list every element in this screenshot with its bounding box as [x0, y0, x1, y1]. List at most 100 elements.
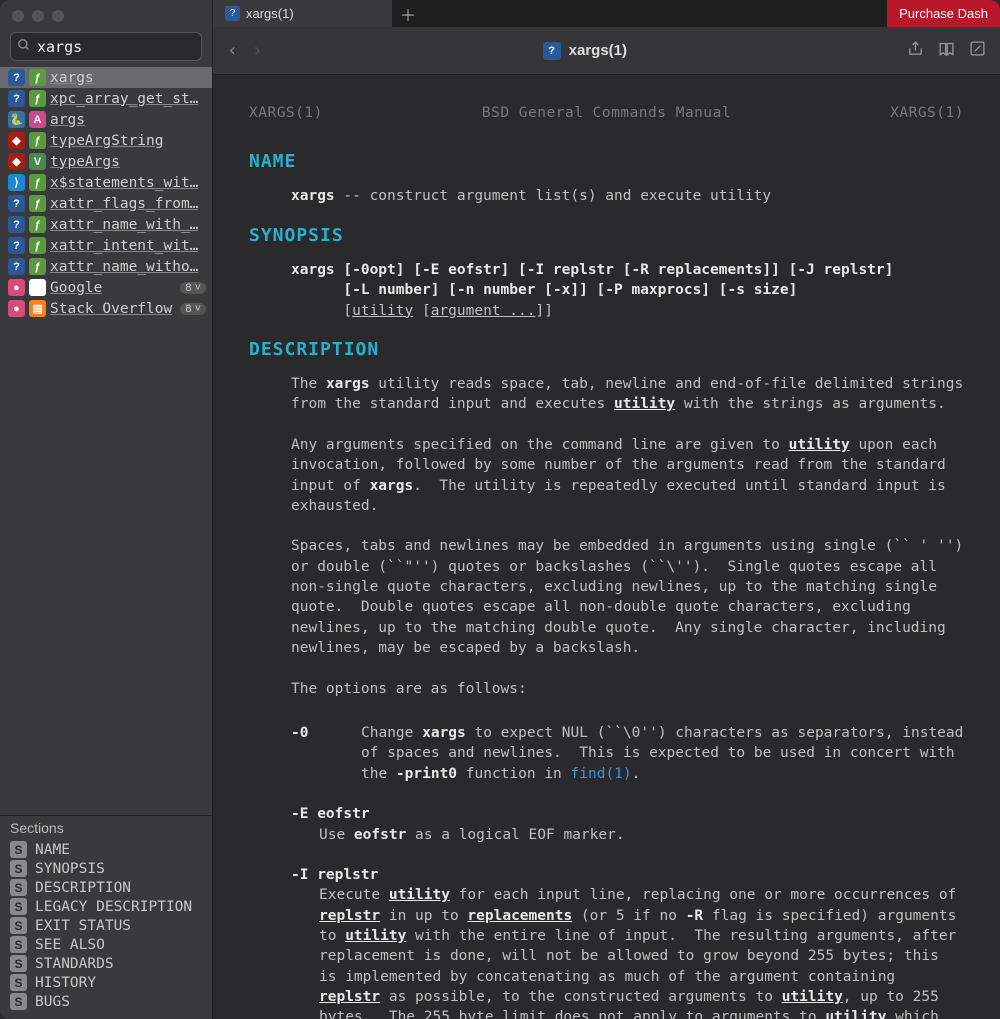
- option-flag: -0: [291, 723, 361, 784]
- result-item[interactable]: ?ƒxattr_name_witho…: [0, 256, 212, 277]
- option-desc: Change xargs to expect NUL (``\0'') char…: [361, 723, 964, 784]
- section-badge-icon: S: [10, 898, 27, 915]
- option-E-desc: Use eofstr as a logical EOF marker.: [249, 825, 964, 845]
- desc-p1: The xargs utility reads space, tab, newl…: [249, 374, 964, 415]
- section-label: STANDARDS: [35, 956, 114, 972]
- synopsis-block: xargs [-0opt] [-E eofstr] [-I replstr [-…: [249, 260, 964, 321]
- f-icon: ƒ: [29, 258, 46, 275]
- section-item[interactable]: SSEE ALSO: [0, 935, 212, 954]
- result-item[interactable]: ?ƒxattr_name_with_…: [0, 214, 212, 235]
- q-icon: ?: [8, 258, 25, 275]
- search-input[interactable]: [37, 38, 228, 56]
- toolbar: ‹ › ? xargs(1): [213, 27, 1000, 75]
- section-item[interactable]: S STANDARDS: [0, 954, 212, 973]
- section-label: NAME: [35, 842, 70, 858]
- blue-icon: ⟩: [8, 174, 25, 191]
- google-icon: G: [29, 279, 46, 296]
- ruby-icon: ◆: [8, 132, 25, 149]
- share-icon[interactable]: [907, 40, 924, 62]
- page-title: xargs(1): [569, 42, 627, 59]
- section-item[interactable]: SNAME: [0, 840, 212, 859]
- result-label: xargs: [50, 70, 94, 86]
- purchase-button[interactable]: Purchase Dash: [887, 0, 1000, 27]
- page-title-wrap: ? xargs(1): [277, 42, 893, 60]
- section-item[interactable]: SEXIT STATUS: [0, 916, 212, 935]
- result-label: xattr_flags_from…: [50, 196, 198, 212]
- section-label: HISTORY: [35, 975, 96, 991]
- minimize-window-button[interactable]: [32, 10, 44, 22]
- bookmark-icon[interactable]: [938, 40, 955, 62]
- section-label: LEGACY DESCRIPTION: [35, 899, 192, 915]
- result-item[interactable]: ◆ƒtypeArgString: [0, 130, 212, 151]
- back-button[interactable]: ‹: [227, 40, 238, 61]
- result-item[interactable]: ⟩ƒx$statements_wit…: [0, 172, 212, 193]
- name-line: xargs -- construct argument list(s) and …: [249, 186, 964, 206]
- result-label: xattr_intent_wit…: [50, 238, 198, 254]
- search-results: ?ƒxargs?ƒxpc_array_get_st…🐍Aargs◆ƒtypeAr…: [0, 67, 212, 319]
- search-icon: [17, 37, 31, 56]
- result-label: typeArgString: [50, 133, 164, 149]
- section-label: SEE ALSO: [35, 937, 105, 953]
- section-item[interactable]: SDESCRIPTION: [0, 878, 212, 897]
- man-header-center: BSD General Commands Manual: [482, 103, 731, 123]
- f-icon: ƒ: [29, 237, 46, 254]
- search-field[interactable]: ✕: [10, 32, 202, 61]
- tab-xargs[interactable]: ? xargs(1): [213, 0, 393, 27]
- section-item[interactable]: SBUGS: [0, 992, 212, 1011]
- v-icon: V: [29, 153, 46, 170]
- section-item[interactable]: SHISTORY: [0, 973, 212, 992]
- q-icon: ?: [8, 90, 25, 107]
- edit-icon[interactable]: [969, 40, 986, 62]
- section-label: DESCRIPTION: [35, 880, 131, 896]
- q-icon: ?: [8, 216, 25, 233]
- section-label: SYNOPSIS: [35, 861, 105, 877]
- manpage-icon: ?: [543, 42, 561, 60]
- section-badge-icon: S: [10, 955, 27, 972]
- zoom-window-button[interactable]: [52, 10, 64, 22]
- section-item[interactable]: S SYNOPSIS: [0, 859, 212, 878]
- result-label: Google: [50, 280, 102, 296]
- section-badge-icon: S: [10, 860, 27, 877]
- result-item[interactable]: 🐍Aargs: [0, 109, 212, 130]
- result-label: xattr_name_with_…: [50, 217, 198, 233]
- section-item[interactable]: S LEGACY DESCRIPTION: [0, 897, 212, 916]
- q-icon: ?: [8, 69, 25, 86]
- result-badge: 8 ˅: [180, 282, 206, 294]
- f-icon: ƒ: [29, 195, 46, 212]
- result-badge: 8 ˅: [180, 303, 206, 315]
- result-label: xattr_name_witho…: [50, 259, 198, 275]
- section-badge-icon: S: [10, 917, 27, 934]
- section-description-heading: DESCRIPTION: [249, 337, 964, 362]
- tab-label: xargs(1): [246, 6, 294, 21]
- result-item[interactable]: ?ƒxattr_intent_wit…: [0, 235, 212, 256]
- q-icon: ?: [8, 195, 25, 212]
- option-E-flag: -E eofstr: [249, 804, 964, 824]
- forward-button[interactable]: ›: [252, 40, 263, 61]
- q-icon: ?: [8, 237, 25, 254]
- result-item[interactable]: ?ƒxargs: [0, 67, 212, 88]
- section-synopsis-heading: SYNOPSIS: [249, 223, 964, 248]
- man-header-left: XARGS(1): [249, 103, 323, 123]
- desc-p2: Any arguments specified on the command l…: [249, 435, 964, 516]
- result-item[interactable]: ?ƒxpc_array_get_st…: [0, 88, 212, 109]
- ruby-icon: ◆: [8, 153, 25, 170]
- f-icon: ƒ: [29, 90, 46, 107]
- man-header: XARGS(1) BSD General Commands Manual XAR…: [249, 103, 964, 123]
- result-item[interactable]: ?ƒxattr_flags_from…: [0, 193, 212, 214]
- result-label: Stack Overflow: [50, 301, 172, 317]
- f-icon: ƒ: [29, 69, 46, 86]
- desc-p3: Spaces, tabs and newlines may be embedde…: [249, 536, 964, 658]
- result-label: typeArgs: [50, 154, 120, 170]
- sections-header: Sections: [0, 815, 212, 840]
- pink-icon: ●: [8, 300, 25, 317]
- result-item[interactable]: ◆VtypeArgs: [0, 151, 212, 172]
- content-area[interactable]: XARGS(1) BSD General Commands Manual XAR…: [213, 75, 1000, 1019]
- close-window-button[interactable]: [12, 10, 24, 22]
- find-link[interactable]: find(1): [571, 766, 632, 782]
- so-icon: ▤: [29, 300, 46, 317]
- main-panel: ? xargs(1) ＋ Purchase Dash ‹ › ? xargs(1…: [213, 0, 1000, 1019]
- result-item[interactable]: ●▤Stack Overflow 8 ˅: [0, 298, 212, 319]
- option-0: -0 Change xargs to expect NUL (``\0'') c…: [249, 723, 964, 784]
- result-item[interactable]: ●GGoogle8 ˅: [0, 277, 212, 298]
- new-tab-button[interactable]: ＋: [393, 0, 423, 27]
